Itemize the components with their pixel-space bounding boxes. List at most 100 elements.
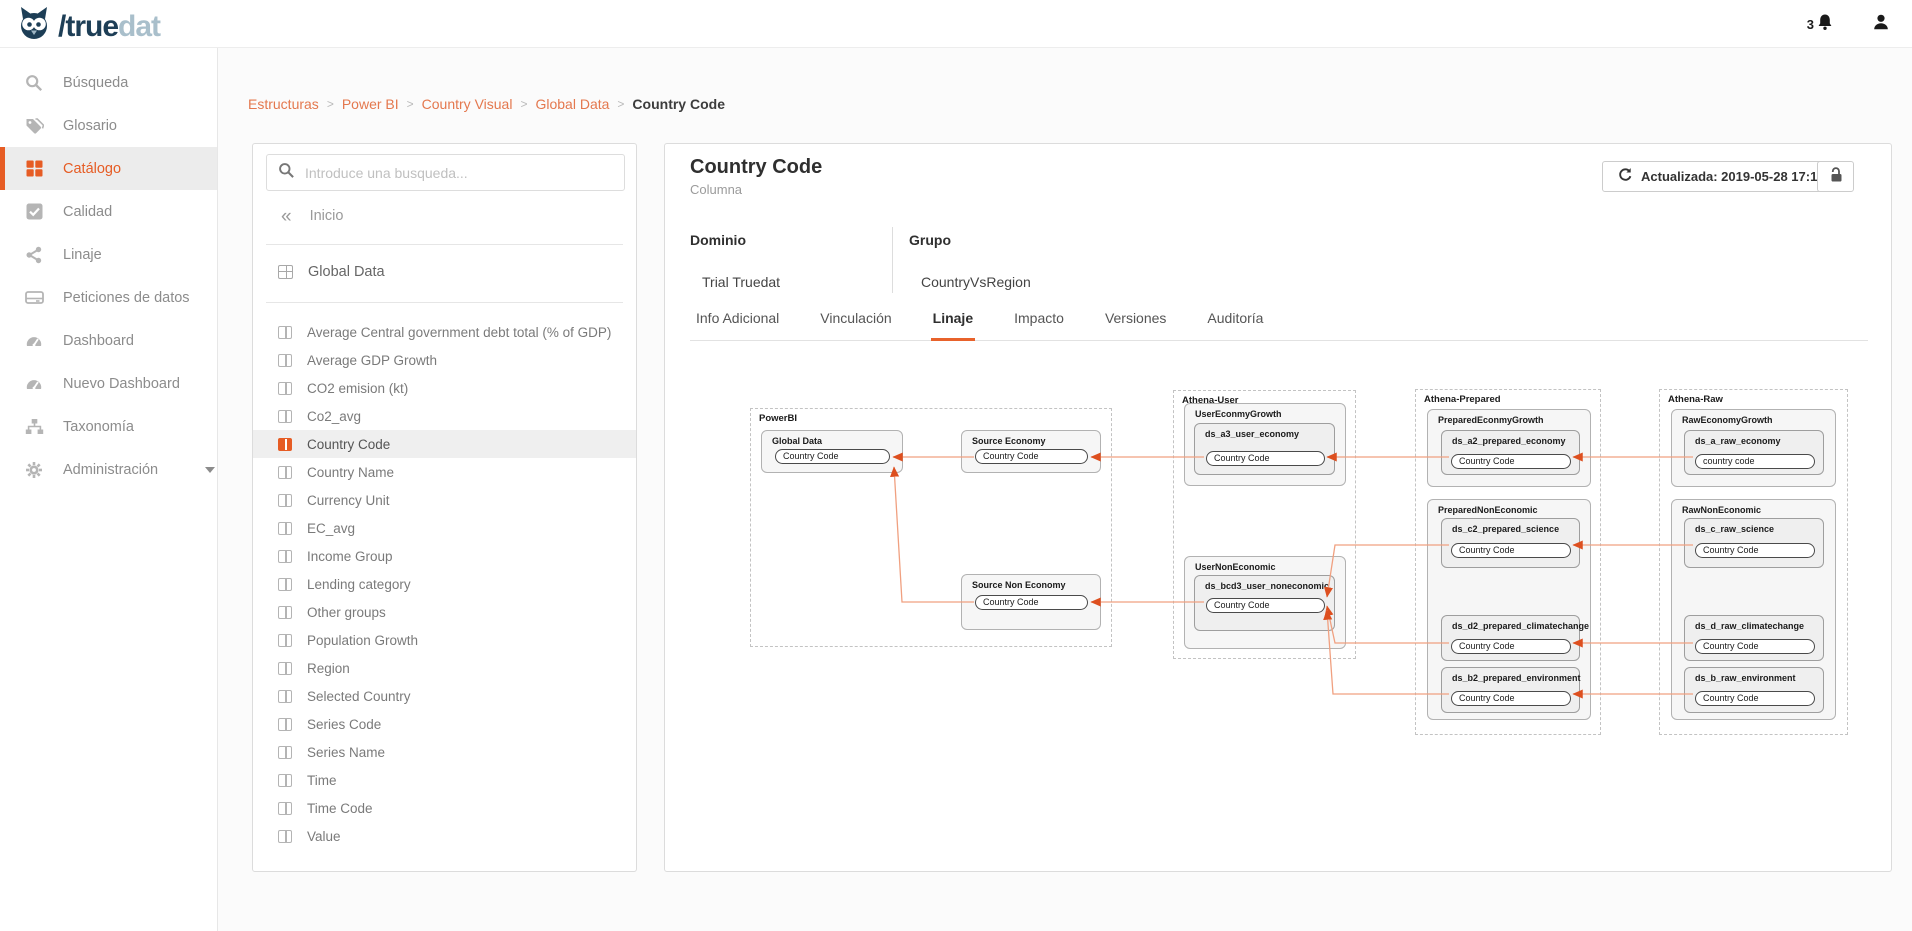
sidebar-item-nuevo-dashboard[interactable]: Nuevo Dashboard [0, 362, 217, 405]
lineage-node-global-data[interactable]: Global Data Country Code [761, 430, 903, 473]
list-item[interactable]: Other groups [253, 598, 636, 626]
lineage-table-ds-a2-prepared-economy[interactable]: ds_a2_prepared_economy Country Code [1441, 430, 1580, 475]
list-item[interactable]: Selected Country [253, 682, 636, 710]
lineage-table-ds-bcd3-user-noneconomic[interactable]: ds_bcd3_user_noneconomic Country Code [1194, 575, 1335, 631]
lineage-node-prepared-non-economic[interactable]: PreparedNonEconomic ds_c2_prepared_scien… [1427, 499, 1591, 720]
lineage-field-pill[interactable]: Country Code [1206, 451, 1325, 466]
lineage-field-pill[interactable]: Country Code [1451, 639, 1571, 654]
notifications-button[interactable]: 3 [1807, 13, 1834, 36]
parent-structure-global-data[interactable]: Global Data [253, 252, 636, 292]
user-icon [1872, 18, 1890, 35]
breadcrumb-separator: > [327, 97, 334, 111]
gauge-icon [24, 332, 44, 350]
lineage-table-ds-b2-prepared-environment[interactable]: ds_b2_prepared_environment Country Code [1441, 667, 1580, 713]
list-item[interactable]: Income Group [253, 542, 636, 570]
tab-impacto[interactable]: Impacto [1012, 304, 1066, 340]
sidebar-item-busqueda[interactable]: Búsqueda [0, 61, 217, 104]
lineage-node-raw-non-economic[interactable]: RawNonEconomic ds_c_raw_science Country … [1671, 499, 1836, 720]
logo-wordmark: /truedat [58, 10, 160, 44]
list-item[interactable]: Time Code [253, 794, 636, 822]
breadcrumb-link-global-data[interactable]: Global Data [535, 96, 609, 112]
list-item[interactable]: Co2_avg [253, 402, 636, 430]
column-icon [278, 438, 292, 451]
column-icon [278, 830, 292, 843]
lineage-table-ds-c2-prepared-science[interactable]: ds_c2_prepared_science Country Code [1441, 518, 1580, 568]
lineage-node-source-economy[interactable]: Source Economy Country Code [961, 430, 1101, 473]
sidebar-item-taxonomia[interactable]: Taxonomía [0, 405, 217, 448]
lineage-table-ds-a-raw-economy[interactable]: ds_a_raw_economy country code [1684, 430, 1824, 475]
structure-browser-panel: « Inicio Global Data Average Central gov… [252, 143, 637, 872]
refresh-updated-button[interactable]: Actualizada: 2019-05-28 17:10 [1602, 161, 1840, 192]
list-item[interactable]: EC_avg [253, 514, 636, 542]
lineage-field-pill[interactable]: Country Code [1695, 543, 1815, 558]
column-icon [278, 662, 292, 675]
tab-vinculacion[interactable]: Vinculación [818, 304, 893, 340]
unlock-button[interactable] [1817, 161, 1854, 192]
lineage-field-pill[interactable]: Country Code [1451, 454, 1571, 469]
lineage-table-ds-d2-prepared-climatechange[interactable]: ds_d2_prepared_climatechange Country Cod… [1441, 615, 1580, 661]
list-item-selected[interactable]: Country Code [253, 430, 636, 458]
list-item[interactable]: Series Code [253, 710, 636, 738]
sidebar-item-dashboard[interactable]: Dashboard [0, 319, 217, 362]
lineage-table-ds-b-raw-environment[interactable]: ds_b_raw_environment Country Code [1684, 667, 1824, 713]
list-item[interactable]: Time [253, 766, 636, 794]
lineage-node-source-non-economy[interactable]: Source Non Economy Country Code [961, 574, 1101, 630]
lineage-node-user-non-economic[interactable]: UserNonEconomic ds_bcd3_user_noneconomic… [1184, 556, 1346, 649]
lineage-field-pill[interactable]: Country Code [1206, 598, 1325, 613]
search-input[interactable] [305, 165, 595, 181]
lineage-table-ds-d-raw-climatechange[interactable]: ds_d_raw_climatechange Country Code [1684, 615, 1824, 661]
lineage-node-prepared-economy-growth[interactable]: PreparedEconmyGrowth ds_a2_prepared_econ… [1427, 409, 1591, 487]
lineage-field-pill[interactable]: Country Code [975, 449, 1088, 464]
breadcrumb-link-powerbi[interactable]: Power BI [342, 96, 399, 112]
sidebar-item-administracion[interactable]: Administración [0, 448, 217, 491]
tab-info-adicional[interactable]: Info Adicional [694, 304, 781, 340]
lineage-field-pill[interactable]: Country Code [975, 595, 1088, 610]
lineage-field-pill[interactable]: Country Code [1451, 543, 1571, 558]
tab-linaje[interactable]: Linaje [931, 304, 975, 341]
sidenav: Búsqueda Glosario Catálogo Calidad Linaj [0, 48, 218, 931]
sidebar-item-calidad[interactable]: Calidad [0, 190, 217, 233]
search-icon [278, 162, 295, 184]
list-item[interactable]: Region [253, 654, 636, 682]
lineage-field-pill[interactable]: Country Code [775, 449, 890, 464]
divider [266, 244, 623, 245]
list-item[interactable]: Average Central government debt total (%… [253, 318, 636, 346]
list-item[interactable]: Country Name [253, 458, 636, 486]
column-icon [278, 382, 292, 395]
back-to-inicio[interactable]: « Inicio [281, 196, 343, 236]
gauge-icon [24, 375, 44, 393]
tab-auditoria[interactable]: Auditoría [1205, 304, 1265, 340]
lineage-table-ds-a3-user-economy[interactable]: ds_a3_user_economy Country Code [1194, 423, 1335, 475]
list-item[interactable]: Population Growth [253, 626, 636, 654]
breadcrumb-link-estructuras[interactable]: Estructuras [248, 96, 319, 112]
sidebar-item-catalogo[interactable]: Catálogo [0, 147, 217, 190]
lineage-node-user-economy-growth[interactable]: UserEconmyGrowth ds_a3_user_economy Coun… [1184, 403, 1346, 486]
user-menu-button[interactable] [1872, 13, 1890, 36]
list-item[interactable]: Value [253, 822, 636, 850]
lineage-field-pill[interactable]: Country Code [1451, 691, 1571, 706]
list-item[interactable]: CO2 emision (kt) [253, 374, 636, 402]
check-square-icon [24, 203, 44, 221]
structure-search-box [266, 154, 625, 191]
sidebar-item-peticiones[interactable]: Peticiones de datos [0, 276, 217, 319]
list-item[interactable]: Lending category [253, 570, 636, 598]
unlock-icon [1827, 166, 1844, 188]
column-icon [278, 410, 292, 423]
list-item[interactable]: Series Name [253, 738, 636, 766]
list-item[interactable]: Average GDP Growth [253, 346, 636, 374]
sitemap-icon [24, 418, 44, 436]
sidebar-item-linaje[interactable]: Linaje [0, 233, 217, 276]
truedat-logo[interactable]: /truedat [14, 4, 160, 49]
app-root: /truedat 3 [0, 0, 1912, 931]
lineage-table-ds-c-raw-science[interactable]: ds_c_raw_science Country Code [1684, 518, 1824, 568]
breadcrumb-link-country-visual[interactable]: Country Visual [422, 96, 513, 112]
list-item[interactable]: Currency Unit [253, 486, 636, 514]
tab-versiones[interactable]: Versiones [1103, 304, 1168, 340]
lineage-field-pill[interactable]: country code [1695, 454, 1815, 469]
sidebar-item-glosario[interactable]: Glosario [0, 104, 217, 147]
lineage-field-pill[interactable]: Country Code [1695, 639, 1815, 654]
breadcrumb-separator: > [520, 97, 527, 111]
owl-icon [14, 4, 54, 49]
lineage-node-raw-economy-growth[interactable]: RawEconomyGrowth ds_a_raw_economy countr… [1671, 409, 1836, 487]
lineage-field-pill[interactable]: Country Code [1695, 691, 1815, 706]
